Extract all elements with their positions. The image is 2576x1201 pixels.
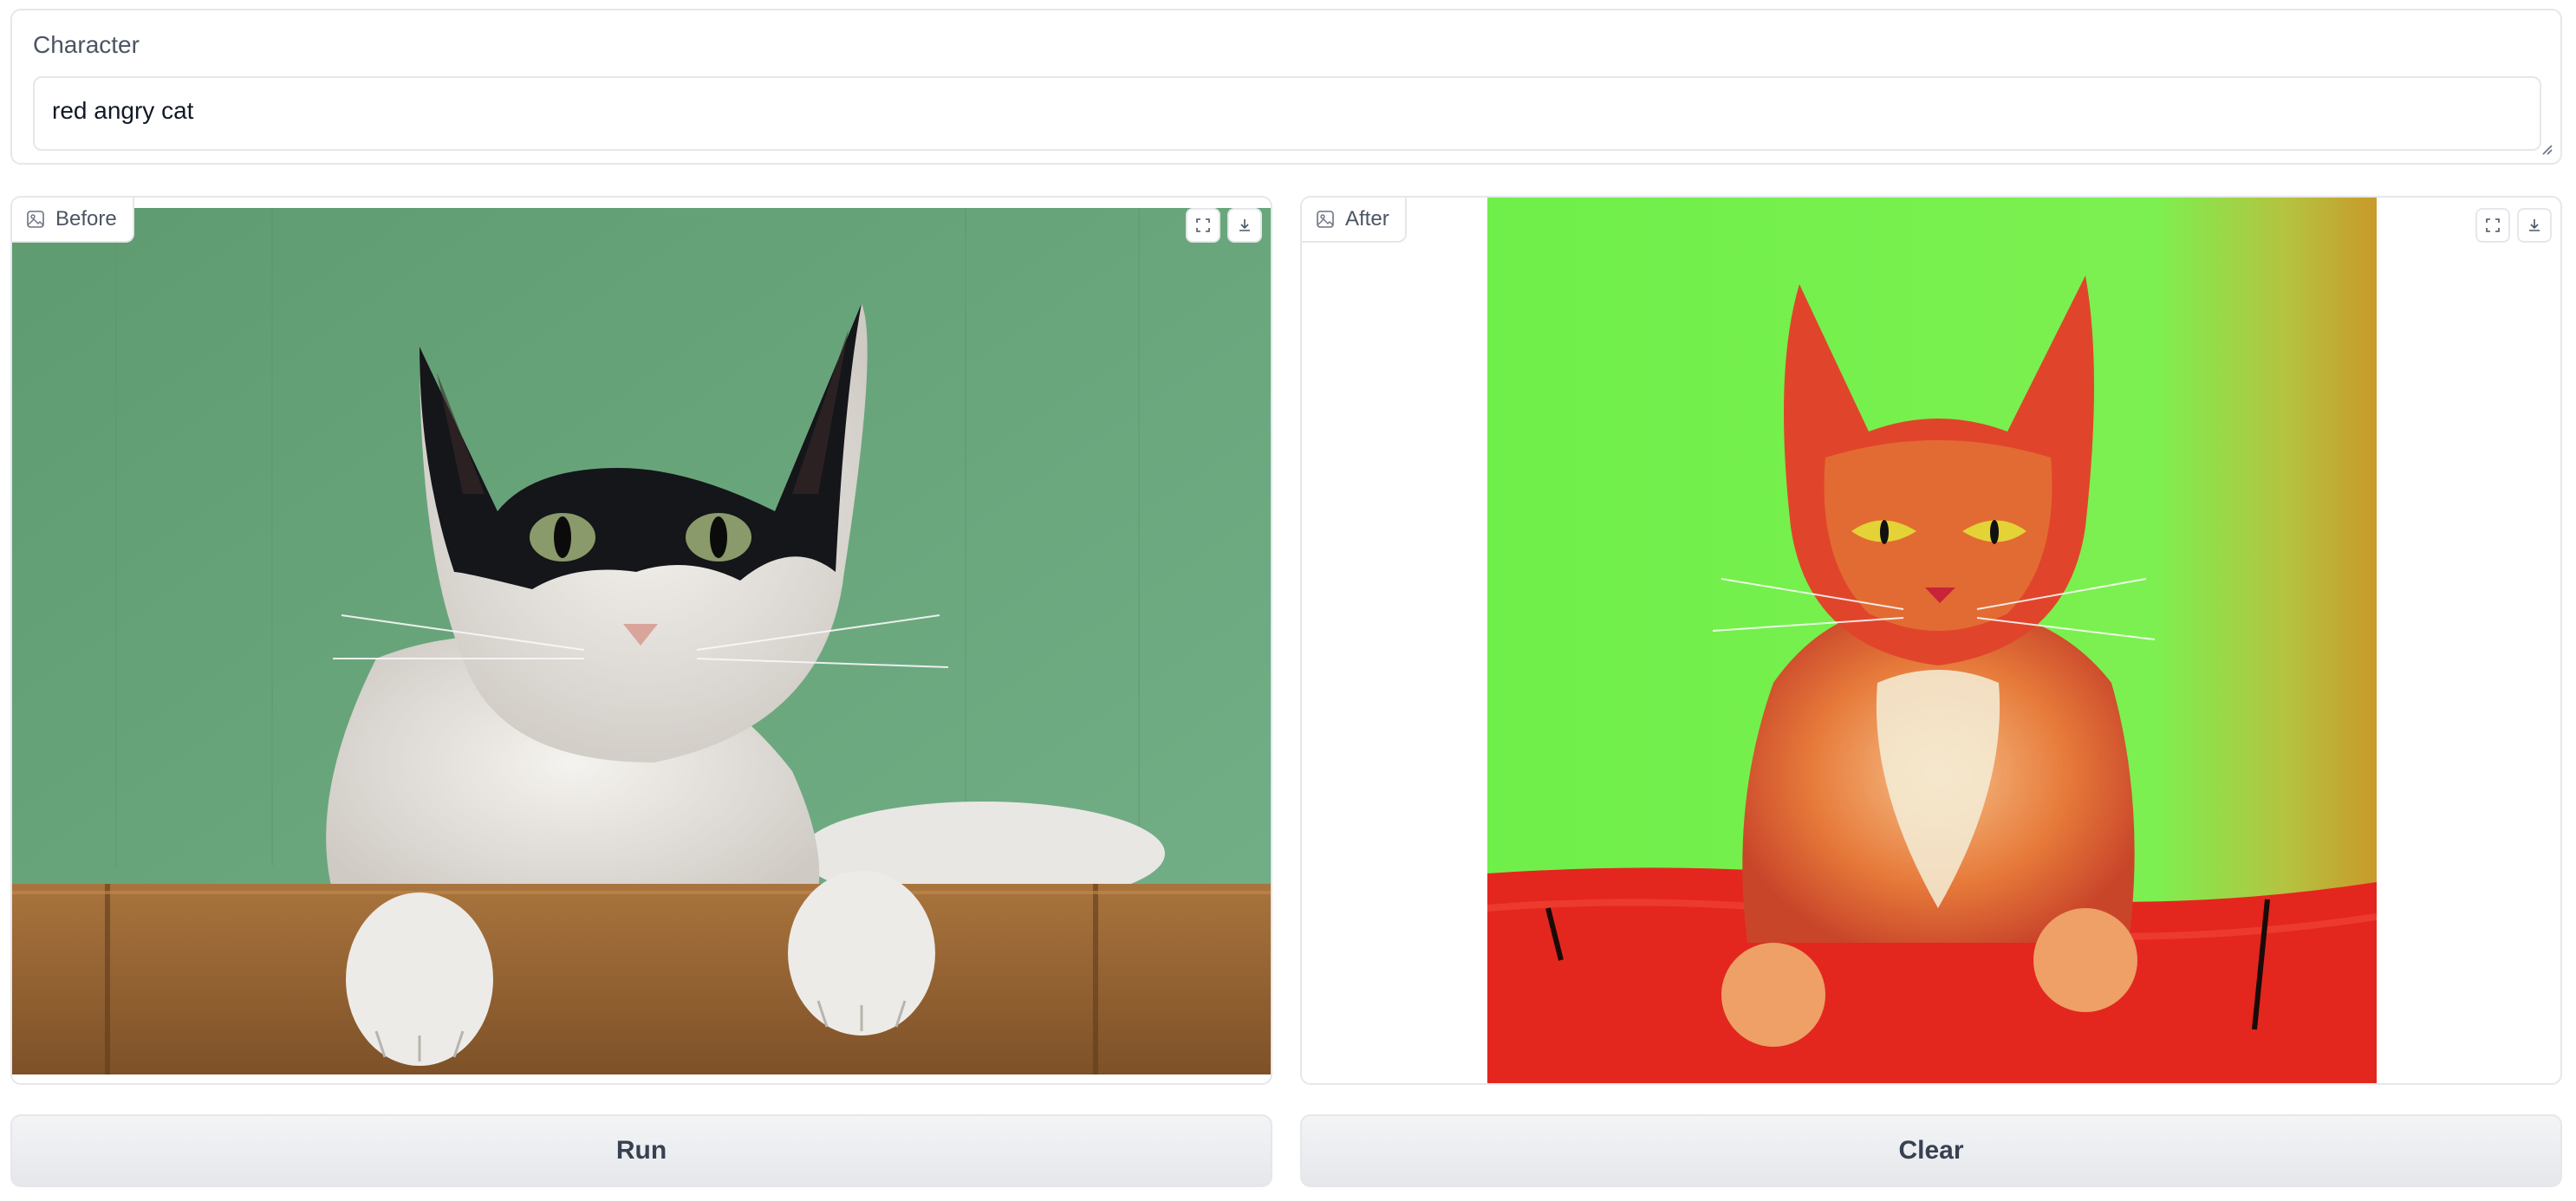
before-label: Before [55, 207, 117, 230]
before-image-panel: Before [10, 196, 1272, 1085]
after-image [1487, 198, 2377, 1083]
before-actions [1186, 208, 1262, 243]
after-actions [2475, 208, 2552, 243]
before-image [12, 208, 1271, 1074]
resize-grip-icon[interactable] [2540, 142, 2553, 156]
run-button[interactable]: Run [10, 1114, 1272, 1187]
character-input[interactable] [33, 76, 2541, 151]
after-label: After [1345, 207, 1389, 230]
after-label-badge: After [1302, 198, 1407, 243]
download-icon [2529, 219, 2540, 231]
download-icon [1239, 219, 1250, 231]
character-label: Character [33, 31, 140, 58]
image-icon [27, 211, 44, 228]
after-image-panel: After [1300, 196, 2562, 1085]
character-block: Character [10, 9, 2562, 165]
fullscreen-icon [2486, 218, 2500, 232]
before-label-badge: Before [12, 198, 134, 243]
after-download-button[interactable] [2517, 208, 2552, 243]
before-fullscreen-button[interactable] [1186, 208, 1220, 243]
before-download-button[interactable] [1227, 208, 1262, 243]
fullscreen-icon [1196, 218, 1210, 232]
clear-button[interactable]: Clear [1300, 1114, 2562, 1187]
image-icon [1317, 211, 1334, 228]
after-fullscreen-button[interactable] [2475, 208, 2510, 243]
